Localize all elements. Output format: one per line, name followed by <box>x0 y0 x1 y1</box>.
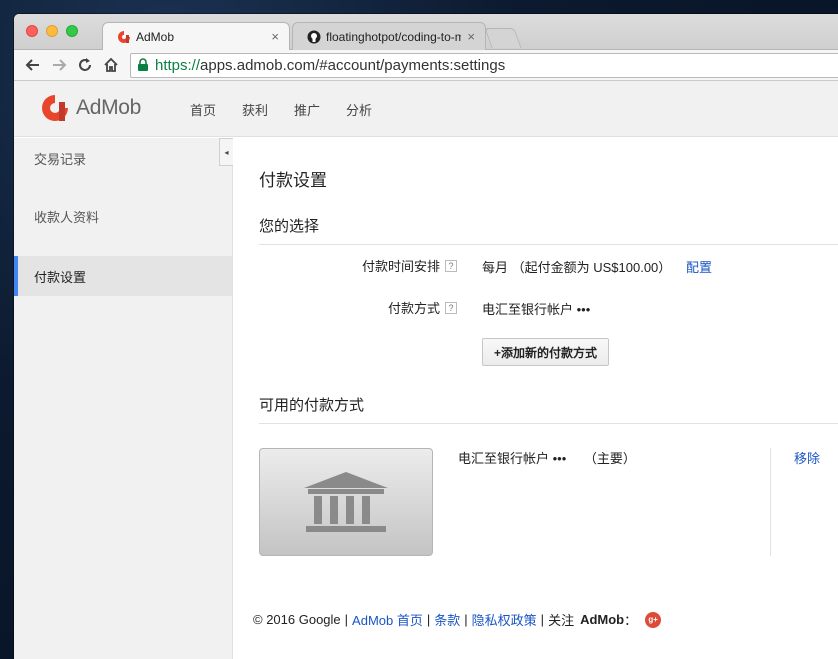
follow-brand: AdMob <box>580 612 625 627</box>
footer-link-admob-home[interactable]: AdMob 首页 <box>352 610 423 629</box>
browser-window: AdMob × floatinghotpot/coding-to-m × htt… <box>14 14 838 659</box>
close-tab-icon[interactable]: × <box>467 29 475 44</box>
home-icon[interactable] <box>100 54 122 76</box>
tab-title: AdMob <box>136 29 175 44</box>
method-value: 电汇至银行帐户 ••• <box>482 302 591 317</box>
nav-home[interactable]: 首页 <box>190 100 216 119</box>
page-title: 付款设置 <box>259 171 327 190</box>
available-methods-heading: 可用的付款方式 <box>259 397 365 414</box>
bank-icon <box>304 472 388 532</box>
top-nav: 首页 获利 推广 分析 <box>190 81 372 137</box>
footer: © 2016 Google | AdMob 首页 | 条款 | 隐私权政策 | … <box>253 610 662 629</box>
available-method-title: 电汇至银行帐户 ••• （主要） <box>458 448 636 467</box>
method-label-row: 付款方式 ? <box>233 298 457 317</box>
admob-favicon-icon <box>117 30 131 44</box>
address-bar[interactable]: https://apps.admob.com/#account/payments… <box>130 52 838 78</box>
card-divider <box>770 448 771 556</box>
minimize-window-button[interactable] <box>46 25 58 37</box>
page-content: ◂ 交易记录 收款人资料 付款设置 付款设置 您的选择 付款时间安排 ? 每月 … <box>14 138 838 659</box>
close-tab-icon[interactable]: × <box>271 29 279 44</box>
tab-strip: AdMob × floatinghotpot/coding-to-m × <box>14 14 838 50</box>
schedule-label: 付款时间安排 <box>361 259 440 274</box>
sidebar: ◂ 交易记录 收款人资料 付款设置 <box>14 138 233 659</box>
footer-link-terms[interactable]: 条款 <box>434 610 460 629</box>
browser-toolbar: https://apps.admob.com/#account/payments… <box>14 50 838 81</box>
logo-text: AdMob <box>76 96 142 119</box>
available-method-name: 电汇至银行帐户 ••• <box>458 451 567 466</box>
admob-logo[interactable]: AdMob <box>40 93 141 123</box>
your-choice-heading: 您的选择 <box>259 218 320 235</box>
method-label: 付款方式 <box>387 301 440 316</box>
primary-badge: （主要） <box>583 451 636 466</box>
nav-analyze[interactable]: 分析 <box>346 100 372 119</box>
help-icon[interactable]: ? <box>445 301 457 314</box>
sidebar-item-payment-settings[interactable]: 付款设置 <box>14 256 232 296</box>
reload-icon[interactable] <box>74 54 96 76</box>
footer-separator: | <box>464 612 468 627</box>
url-scheme: https:// <box>155 56 201 74</box>
section-divider <box>259 244 838 245</box>
tab-github[interactable]: floatinghotpot/coding-to-m × <box>292 22 486 50</box>
remove-link[interactable]: 移除 <box>794 448 820 467</box>
section-divider <box>259 423 838 424</box>
sidebar-item-transactions[interactable]: 交易记录 <box>14 138 232 178</box>
footer-separator: | <box>540 612 545 627</box>
help-icon[interactable]: ? <box>445 259 457 272</box>
schedule-value: 每月 （起付金额为 US$100.00） <box>482 260 672 275</box>
schedule-label-row: 付款时间安排 ? <box>233 256 457 275</box>
bank-card <box>259 448 433 556</box>
maximize-window-button[interactable] <box>66 25 78 37</box>
admob-header: AdMob 首页 获利 推广 分析 <box>14 81 838 137</box>
follow-prefix: 关注 <box>548 613 575 628</box>
follow-suffix: ： <box>624 613 638 628</box>
admob-logo-icon <box>42 95 68 121</box>
add-payment-method-button[interactable]: +添加新的付款方式 <box>482 338 609 366</box>
footer-link-privacy[interactable]: 隐私权政策 <box>472 610 537 629</box>
forward-arrow-icon[interactable] <box>48 54 70 76</box>
configure-link[interactable]: 配置 <box>686 257 712 276</box>
url-text: apps.admob.com/#account/payments:setting… <box>200 56 506 74</box>
sidebar-item-payee-profile[interactable]: 收款人资料 <box>14 196 232 236</box>
tab-admob[interactable]: AdMob × <box>102 22 290 50</box>
nav-promote[interactable]: 推广 <box>294 100 320 119</box>
footer-separator: | <box>344 612 349 627</box>
close-window-button[interactable] <box>26 25 38 37</box>
copyright: © 2016 Google <box>253 612 341 627</box>
github-favicon-icon <box>307 30 321 44</box>
window-controls <box>26 25 78 37</box>
lock-icon <box>137 58 149 72</box>
new-tab-button[interactable] <box>484 28 522 48</box>
tab-title: floatinghotpot/coding-to-m <box>326 29 462 44</box>
google-plus-icon[interactable]: g+ <box>645 611 662 628</box>
footer-separator: | <box>426 612 431 627</box>
back-arrow-icon[interactable] <box>22 54 44 76</box>
main-panel: 付款设置 您的选择 付款时间安排 ? 每月 （起付金额为 US$100.00） … <box>233 138 838 659</box>
nav-monetize[interactable]: 获利 <box>242 100 268 119</box>
